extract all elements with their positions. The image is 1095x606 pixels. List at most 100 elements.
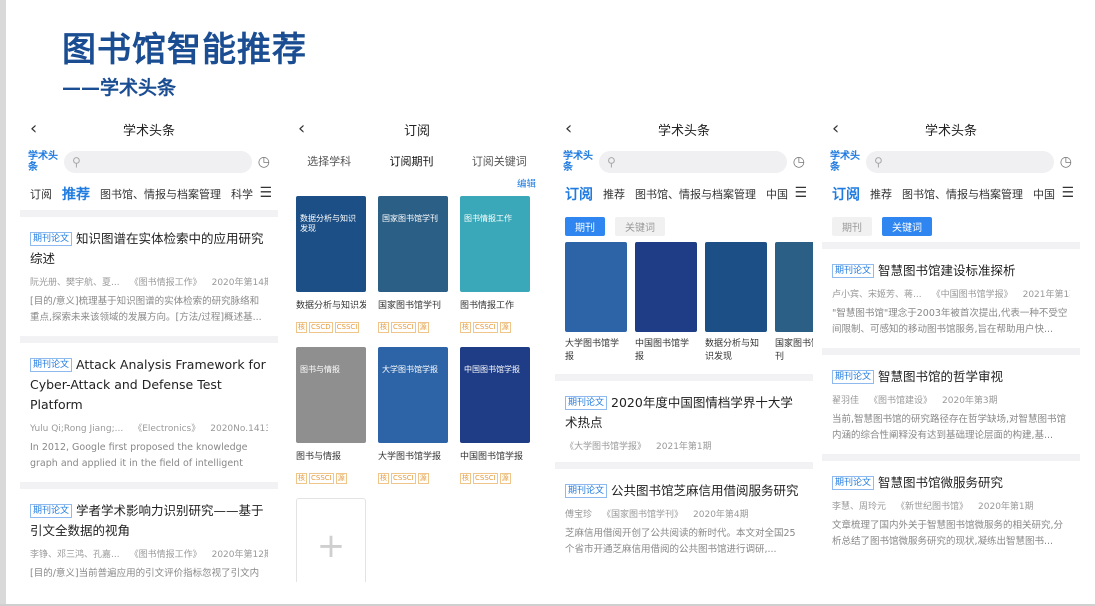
article-badge: 期刊论文 bbox=[30, 358, 73, 372]
journal-name: 图书与情报 bbox=[296, 452, 342, 462]
article-badge: 期刊论文 bbox=[30, 232, 73, 246]
journal-name: 中国图书馆学报 bbox=[635, 339, 690, 362]
journal-card[interactable]: 数据分析与知识发现 bbox=[705, 242, 767, 364]
index-tag: 源 bbox=[417, 322, 429, 333]
back-icon[interactable]: ‹ bbox=[832, 118, 839, 139]
app-logo: 学术头条 bbox=[563, 151, 593, 173]
article-journal: 《新世纪图书馆》 bbox=[896, 502, 969, 512]
search-icon: ⚲ bbox=[607, 155, 616, 169]
search-input[interactable]: ⚲ bbox=[599, 151, 787, 173]
tab-science[interactable]: 科学 bbox=[231, 186, 253, 202]
pill-journal[interactable]: 期刊 bbox=[832, 216, 872, 236]
clock-icon[interactable]: ◷ bbox=[793, 154, 805, 170]
article-badge: 期刊论文 bbox=[832, 370, 875, 384]
pill-journal[interactable]: 期刊 bbox=[565, 216, 605, 236]
index-tag: 源 bbox=[335, 473, 347, 484]
article-authors: 李慧、周玲元 bbox=[832, 502, 887, 512]
article-abstract: [目的/意义]梳理基于知识图谱的实体检索的研究脉络和重点,探索未来该领域的发展方… bbox=[30, 296, 262, 323]
search-input[interactable]: ⚲ bbox=[866, 151, 1054, 173]
tab-china[interactable]: 中国 bbox=[1033, 186, 1055, 202]
index-tag: 源 bbox=[499, 473, 511, 484]
journal-tags: 核 CSSCI 源 bbox=[460, 314, 530, 333]
back-icon[interactable]: ‹ bbox=[30, 118, 37, 139]
nav-bar: ‹ 学术头条 bbox=[822, 112, 1080, 146]
phone-screen-subscribed-feed: ‹ 学术头条 学术头条 ⚲ ◷ 订阅 推荐 图书馆、情报与档案管理 中国 ☰ 期… bbox=[555, 112, 813, 582]
journal-card[interactable]: 数据分析与知识发现数据分析与知识发现核CSCDCSSCI bbox=[296, 196, 366, 333]
tab-choose-subject[interactable]: 选择学科 bbox=[307, 153, 351, 169]
journal-cover: 数据分析与知识发现 bbox=[296, 196, 366, 292]
article-badge: 期刊论文 bbox=[832, 264, 875, 278]
nav-title: 订阅 bbox=[403, 123, 430, 139]
journal-card[interactable]: 国家图书馆学刊 bbox=[775, 242, 813, 364]
article-item[interactable]: 期刊论文 智慧图书馆微服务研究 李慧、周玲元 《新世纪图书馆》 2020年第1期 文章… bbox=[822, 461, 1080, 560]
journal-card[interactable]: 国家图书馆学刊 国家图书馆学刊核 CSSCI 源 bbox=[378, 196, 448, 333]
journal-card[interactable]: 大学图书馆学报 bbox=[565, 242, 627, 364]
search-row: 学术头条 ⚲ ◷ bbox=[822, 146, 1080, 178]
clock-icon[interactable]: ◷ bbox=[1060, 154, 1072, 170]
journal-card[interactable]: 图书与情报 图书与情报核 CSSCI 源 bbox=[296, 347, 366, 484]
tab-subscribe[interactable]: 订阅 bbox=[30, 186, 52, 202]
menu-icon[interactable]: ☰ bbox=[790, 185, 807, 201]
category-tabs: 订阅 推荐 图书馆、情报与档案管理 中国 ☰ bbox=[822, 178, 1080, 210]
filter-pills: 期刊 关键词 bbox=[555, 210, 813, 242]
menu-icon[interactable]: ☰ bbox=[1057, 185, 1074, 201]
index-tag: 源 bbox=[417, 473, 429, 484]
divider bbox=[555, 374, 813, 381]
category-tabs: 订阅 推荐 图书馆、情报与档案管理 中国 ☰ bbox=[555, 178, 813, 210]
journal-card[interactable]: 大学图书馆学报 大学图书馆学报核 CSSCI 源 bbox=[378, 347, 448, 484]
nav-title: 学术头条 bbox=[924, 123, 977, 139]
article-journal: 《Electronics》 bbox=[133, 424, 201, 434]
article-item[interactable]: 期刊论文 智慧图书馆建设标准探析 卢小宾、宋姬芳、蒋... 《中国图书馆学报》 202… bbox=[822, 249, 1080, 348]
tab-library-science[interactable]: 图书馆、情报与档案管理 bbox=[635, 186, 756, 202]
tab-china[interactable]: 中国 bbox=[766, 186, 788, 202]
tab-library-science[interactable]: 图书馆、情报与档案管理 bbox=[100, 186, 221, 202]
journal-card[interactable]: 图书情报工作 图书情报工作核 CSSCI 源 bbox=[460, 196, 530, 333]
article-item[interactable]: 期刊论文 智慧图书馆的哲学审视 翟羽佳 《图书馆建设》 2020年第3期 当前,智慧图… bbox=[822, 355, 1080, 454]
tab-library-science[interactable]: 图书馆、情报与档案管理 bbox=[902, 186, 1023, 202]
article-authors: 卢小宾、宋姬芳、蒋... bbox=[832, 290, 922, 300]
divider bbox=[555, 462, 813, 469]
article-badge: 期刊论文 bbox=[30, 504, 73, 518]
clock-icon[interactable]: ◷ bbox=[258, 154, 270, 170]
search-row: 学术头条 ⚲ ◷ bbox=[555, 146, 813, 178]
cover-title: 图书与情报 bbox=[300, 365, 340, 374]
tab-subscribe[interactable]: 订阅 bbox=[565, 184, 593, 204]
back-icon[interactable]: ‹ bbox=[565, 118, 572, 139]
article-item[interactable]: 期刊论文 知识图谱在实体检索中的应用研究综述 阮光册、樊宇航、夏... 《图书情报工… bbox=[20, 217, 278, 336]
article-journal: 《图书馆建设》 bbox=[869, 396, 933, 406]
plus-icon[interactable]: + bbox=[296, 498, 366, 582]
back-icon[interactable]: ‹ bbox=[298, 118, 305, 139]
category-tabs: 订阅 推荐 图书馆、情报与档案管理 科学 ☰ bbox=[20, 178, 278, 210]
pill-keyword[interactable]: 关键词 bbox=[615, 216, 665, 236]
filter-pills: 期刊 关键词 bbox=[822, 210, 1080, 242]
divider bbox=[20, 336, 278, 343]
index-tag: CSSCI bbox=[473, 322, 498, 333]
article-badge: 期刊论文 bbox=[565, 396, 608, 410]
article-item[interactable]: 期刊论文 公共图书馆芝麻信用借阅服务研究 傅宝珍 《国家图书馆学刊》 2020年第4期… bbox=[555, 469, 813, 568]
edit-link[interactable]: 编辑 bbox=[288, 176, 546, 190]
search-row: 学术头条 ⚲ ◷ bbox=[20, 146, 278, 178]
article-abstract: [目的/意义]当前普遍应用的引文评价指标忽视了引文内 bbox=[30, 568, 260, 579]
pill-keyword[interactable]: 关键词 bbox=[882, 216, 932, 236]
index-tag: 核 bbox=[296, 322, 307, 333]
divider bbox=[20, 210, 278, 217]
subscribe-tabs: 选择学科 订阅期刊 订阅关键词 bbox=[288, 146, 546, 176]
journal-card[interactable]: 中国图书馆学报 bbox=[635, 242, 697, 364]
article-item[interactable]: 期刊论文 2020年度中国图情档学界十大学术热点 《大学图书馆学报》 2021年第1… bbox=[555, 381, 813, 462]
article-item[interactable]: 期刊论文 学者学术影响力识别研究——基于引文全数据的视角 李铮、邓三鸿、孔嘉...… bbox=[20, 489, 278, 582]
journal-cover bbox=[705, 242, 767, 332]
article-item[interactable]: 期刊论文 Attack Analysis Framework for Cyber-… bbox=[20, 343, 278, 482]
search-input[interactable]: ⚲ bbox=[64, 151, 252, 173]
menu-icon[interactable]: ☰ bbox=[255, 185, 272, 201]
tab-recommend[interactable]: 推荐 bbox=[62, 184, 90, 204]
tab-subscribed-journals[interactable]: 订阅期刊 bbox=[389, 153, 433, 169]
article-authors: 傅宝珍 bbox=[565, 510, 593, 520]
tab-recommend[interactable]: 推荐 bbox=[870, 186, 892, 202]
tab-subscribed-keywords[interactable]: 订阅关键词 bbox=[472, 153, 527, 169]
tab-recommend[interactable]: 推荐 bbox=[603, 186, 625, 202]
journal-cover: 国家图书馆学刊 bbox=[378, 196, 448, 292]
journal-name: 大学图书馆学报 bbox=[378, 452, 442, 462]
journal-card[interactable]: 中国图书馆学报 中国图书馆学报核 CSSCI 源 bbox=[460, 347, 530, 484]
article-authors: 李铮、邓三鸿、孔嘉... bbox=[30, 550, 120, 560]
tab-subscribe[interactable]: 订阅 bbox=[832, 184, 860, 204]
